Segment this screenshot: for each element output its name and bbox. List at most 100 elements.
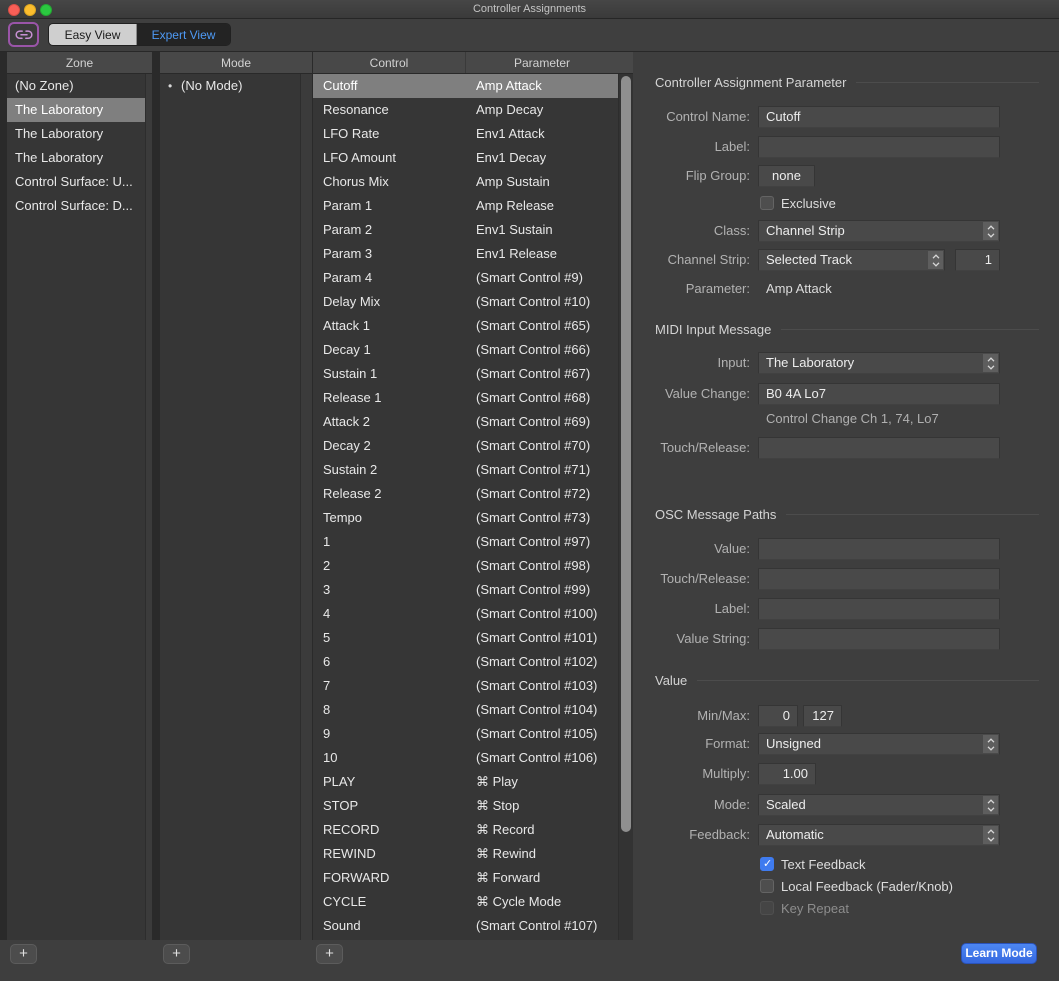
zone-list-item[interactable]: The Laboratory <box>7 98 145 122</box>
zone-list-item[interactable]: The Laboratory <box>7 122 145 146</box>
assignment-parameter-cell: ⌘ Rewind <box>466 842 618 866</box>
assignment-parameter-cell: (Smart Control #105) <box>466 722 618 746</box>
feedback-dropdown[interactable]: Automatic <box>758 824 1000 846</box>
class-dropdown[interactable]: Channel Strip <box>758 220 1000 242</box>
scrollbar-thumb[interactable] <box>621 76 631 832</box>
add-zone-button[interactable]: + <box>10 944 37 964</box>
assignment-row[interactable]: Sustain 2(Smart Control #71) <box>313 458 618 482</box>
local-feedback-checkbox[interactable]: Local Feedback (Fader/Knob) <box>760 878 953 894</box>
osc-value-string-field[interactable] <box>758 628 1000 650</box>
flip-group-label: Flip Group: <box>686 165 750 187</box>
toolbar: Easy View Expert View <box>0 19 1059 52</box>
assignments-scrollbar[interactable] <box>618 74 633 940</box>
checkbox-icon[interactable] <box>760 879 774 893</box>
add-mode-button[interactable]: + <box>163 944 190 964</box>
text-feedback-checkbox-label: Text Feedback <box>781 857 866 872</box>
exclusive-checkbox[interactable]: Exclusive <box>760 195 836 211</box>
assignment-row[interactable]: LFO RateEnv1 Attack <box>313 122 618 146</box>
osc-label-field[interactable] <box>758 598 1000 620</box>
learn-mode-button[interactable]: Learn Mode <box>961 943 1037 964</box>
assignment-row[interactable]: CutoffAmp Attack <box>313 74 618 98</box>
osc-touch-release-label: Touch/Release: <box>660 568 750 590</box>
input-dropdown[interactable]: The Laboratory <box>758 352 1000 374</box>
assignment-control-cell: 9 <box>313 722 466 746</box>
assignment-row[interactable]: Param 2Env1 Sustain <box>313 218 618 242</box>
input-label: Input: <box>717 352 750 374</box>
assignment-row[interactable]: 9(Smart Control #105) <box>313 722 618 746</box>
assignment-row[interactable]: ResonanceAmp Decay <box>313 98 618 122</box>
assignment-row[interactable]: 2(Smart Control #98) <box>313 554 618 578</box>
assignment-row[interactable]: 6(Smart Control #102) <box>313 650 618 674</box>
assignment-row[interactable]: 3(Smart Control #99) <box>313 578 618 602</box>
mode-list-item[interactable]: •(No Mode) <box>160 74 300 98</box>
zone-list-item[interactable]: (No Zone) <box>7 74 145 98</box>
assignment-parameter-cell: (Smart Control #102) <box>466 650 618 674</box>
assignment-row[interactable]: REWIND⌘ Rewind <box>313 842 618 866</box>
value-change-field[interactable]: B0 4A Lo7 <box>758 383 1000 405</box>
expert-view-tab[interactable]: Expert View <box>137 24 230 45</box>
assignment-row[interactable]: 8(Smart Control #104) <box>313 698 618 722</box>
min-field[interactable]: 0 <box>758 705 798 727</box>
assignment-row[interactable]: Sound(Smart Control #107) <box>313 914 618 938</box>
assignment-control-cell: REWIND <box>313 842 466 866</box>
midi-touch-release-field[interactable] <box>758 437 1000 459</box>
assignment-row[interactable]: 1(Smart Control #97) <box>313 530 618 554</box>
assignment-row[interactable]: 4(Smart Control #100) <box>313 602 618 626</box>
assignment-row[interactable]: Tempo(Smart Control #73) <box>313 506 618 530</box>
assignment-row[interactable]: 10(Smart Control #106) <box>313 746 618 770</box>
assignment-row[interactable]: Decay 2(Smart Control #70) <box>313 434 618 458</box>
text-feedback-checkbox[interactable]: Text Feedback <box>760 856 866 872</box>
assignment-row[interactable]: Sustain 1(Smart Control #67) <box>313 362 618 386</box>
osc-value-field[interactable] <box>758 538 1000 560</box>
input-dropdown-value: The Laboratory <box>766 355 854 370</box>
link-controls-button[interactable] <box>8 22 39 47</box>
assignment-row[interactable]: Attack 1(Smart Control #65) <box>313 314 618 338</box>
assignment-row[interactable]: Param 4(Smart Control #9) <box>313 266 618 290</box>
mode-scrollbar-gutter[interactable] <box>300 74 312 940</box>
zone-scrollbar-gutter[interactable] <box>145 74 152 940</box>
flip-group-field[interactable]: none <box>758 165 815 187</box>
multiply-field[interactable]: 1.00 <box>758 763 816 785</box>
mode-dropdown[interactable]: Scaled <box>758 794 1000 816</box>
assignment-row[interactable]: Param 1Amp Release <box>313 194 618 218</box>
assignment-row[interactable]: FORWARD⌘ Forward <box>313 866 618 890</box>
assignment-row[interactable]: CYCLE⌘ Cycle Mode <box>313 890 618 914</box>
assignment-row[interactable]: 5(Smart Control #101) <box>313 626 618 650</box>
checkbox-icon[interactable] <box>760 196 774 210</box>
parameter-column-header[interactable]: Parameter <box>466 52 618 73</box>
assignment-row[interactable]: STOP⌘ Stop <box>313 794 618 818</box>
zone-list-item[interactable]: Control Surface: U... <box>7 170 145 194</box>
assignment-row[interactable]: Release 1(Smart Control #68) <box>313 386 618 410</box>
midi-touch-release-label: Touch/Release: <box>660 437 750 459</box>
control-name-field[interactable]: Cutoff <box>758 106 1000 128</box>
mode-dropdown-value: Scaled <box>766 797 806 812</box>
zone-list-item[interactable]: Control Surface: D... <box>7 194 145 218</box>
assignment-parameter-cell: (Smart Control #103) <box>466 674 618 698</box>
label-field[interactable] <box>758 136 1000 158</box>
assignment-row[interactable]: Param 3Env1 Release <box>313 242 618 266</box>
assignment-row[interactable]: LFO AmountEnv1 Decay <box>313 146 618 170</box>
add-assignment-button[interactable]: + <box>316 944 343 964</box>
mode-column: Mode •(No Mode) <box>160 52 312 940</box>
chevron-up-down-icon <box>983 796 998 814</box>
format-dropdown[interactable]: Unsigned <box>758 733 1000 755</box>
easy-view-tab[interactable]: Easy View <box>49 24 137 45</box>
channel-strip-number-field[interactable]: 1 <box>955 249 1000 271</box>
assignment-row[interactable]: 7(Smart Control #103) <box>313 674 618 698</box>
assignment-row[interactable]: PLAY⌘ Play <box>313 770 618 794</box>
zone-column: Zone (No Zone)The LaboratoryThe Laborato… <box>7 52 152 940</box>
zone-list-item[interactable]: The Laboratory <box>7 146 145 170</box>
max-field[interactable]: 127 <box>803 705 842 727</box>
osc-touch-release-field[interactable] <box>758 568 1000 590</box>
assignment-row[interactable]: Decay 1(Smart Control #66) <box>313 338 618 362</box>
assignment-row[interactable]: RECORD⌘ Record <box>313 818 618 842</box>
assignment-control-cell: Sustain 1 <box>313 362 466 386</box>
control-column-header[interactable]: Control <box>313 52 466 73</box>
channel-strip-dropdown[interactable]: Selected Track <box>758 249 945 271</box>
assignment-row[interactable]: Delay Mix(Smart Control #10) <box>313 290 618 314</box>
assignment-parameter-cell: ⌘ Forward <box>466 866 618 890</box>
assignment-row[interactable]: Attack 2(Smart Control #69) <box>313 410 618 434</box>
assignment-row[interactable]: Chorus MixAmp Sustain <box>313 170 618 194</box>
checkbox-icon[interactable] <box>760 857 774 871</box>
assignment-row[interactable]: Release 2(Smart Control #72) <box>313 482 618 506</box>
